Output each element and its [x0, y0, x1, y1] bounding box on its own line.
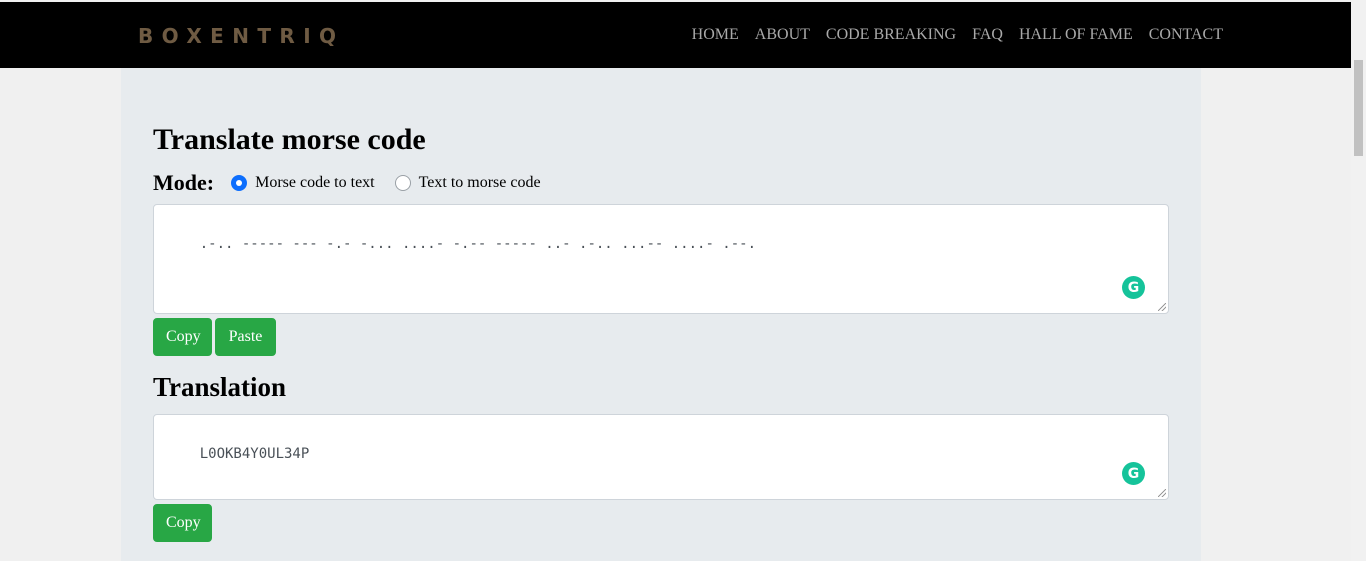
- resize-handle-icon[interactable]: [1158, 303, 1166, 311]
- copy-output-button[interactable]: Copy: [153, 504, 212, 542]
- mode-selector: Mode: Morse code to text Text to morse c…: [153, 168, 561, 198]
- radio-label-morse-to-text: Morse code to text: [255, 174, 375, 191]
- resize-handle-icon[interactable]: [1158, 489, 1166, 497]
- mode-option-morse-to-text[interactable]: Morse code to text: [231, 173, 375, 193]
- nav-link-code-breaking[interactable]: CODE BREAKING: [826, 24, 956, 46]
- copy-input-button[interactable]: Copy: [153, 318, 212, 356]
- translation-output-value: L0OKB4Y0UL34P: [199, 446, 310, 462]
- grammarly-icon[interactable]: G: [1122, 462, 1145, 485]
- nav-link-faq[interactable]: FAQ: [972, 24, 1003, 46]
- scrollbar-thumb[interactable]: [1354, 60, 1363, 156]
- page-title: Translate morse code: [153, 123, 426, 156]
- morse-input-textarea[interactable]: .-.. ----- --- -.- -... ....- -.-- -----…: [153, 204, 1169, 314]
- nav-link-hall-of-fame[interactable]: HALL OF FAME: [1019, 24, 1133, 46]
- morse-input-value: .-.. ----- --- -.- -... ....- -.-- -----…: [199, 236, 757, 252]
- main-content: Translate morse code Mode: Morse code to…: [121, 68, 1201, 561]
- nav-link-about[interactable]: ABOUT: [755, 24, 810, 46]
- mode-label: Mode:: [153, 170, 215, 195]
- nav-links: HOME ABOUT CODE BREAKING FAQ HALL OF FAM…: [692, 24, 1223, 46]
- nav-link-home[interactable]: HOME: [692, 24, 739, 46]
- mode-option-text-to-morse[interactable]: Text to morse code: [394, 173, 541, 193]
- radio-label-text-to-morse: Text to morse code: [418, 174, 541, 191]
- translation-heading: Translation: [153, 372, 287, 402]
- grammarly-icon[interactable]: G: [1122, 276, 1145, 299]
- radio-morse-to-text[interactable]: [231, 175, 248, 191]
- brand-logo[interactable]: BOXENTRIQ: [138, 24, 344, 48]
- radio-text-to-morse[interactable]: [394, 175, 411, 191]
- translation-output-textarea[interactable]: L0OKB4Y0UL34P G: [153, 414, 1169, 500]
- paste-input-button[interactable]: Paste: [215, 318, 276, 356]
- page-scrollbar[interactable]: [1351, 0, 1366, 561]
- nav-link-contact[interactable]: CONTACT: [1149, 24, 1223, 46]
- top-navbar: BOXENTRIQ HOME ABOUT CODE BREAKING FAQ H…: [0, 2, 1351, 68]
